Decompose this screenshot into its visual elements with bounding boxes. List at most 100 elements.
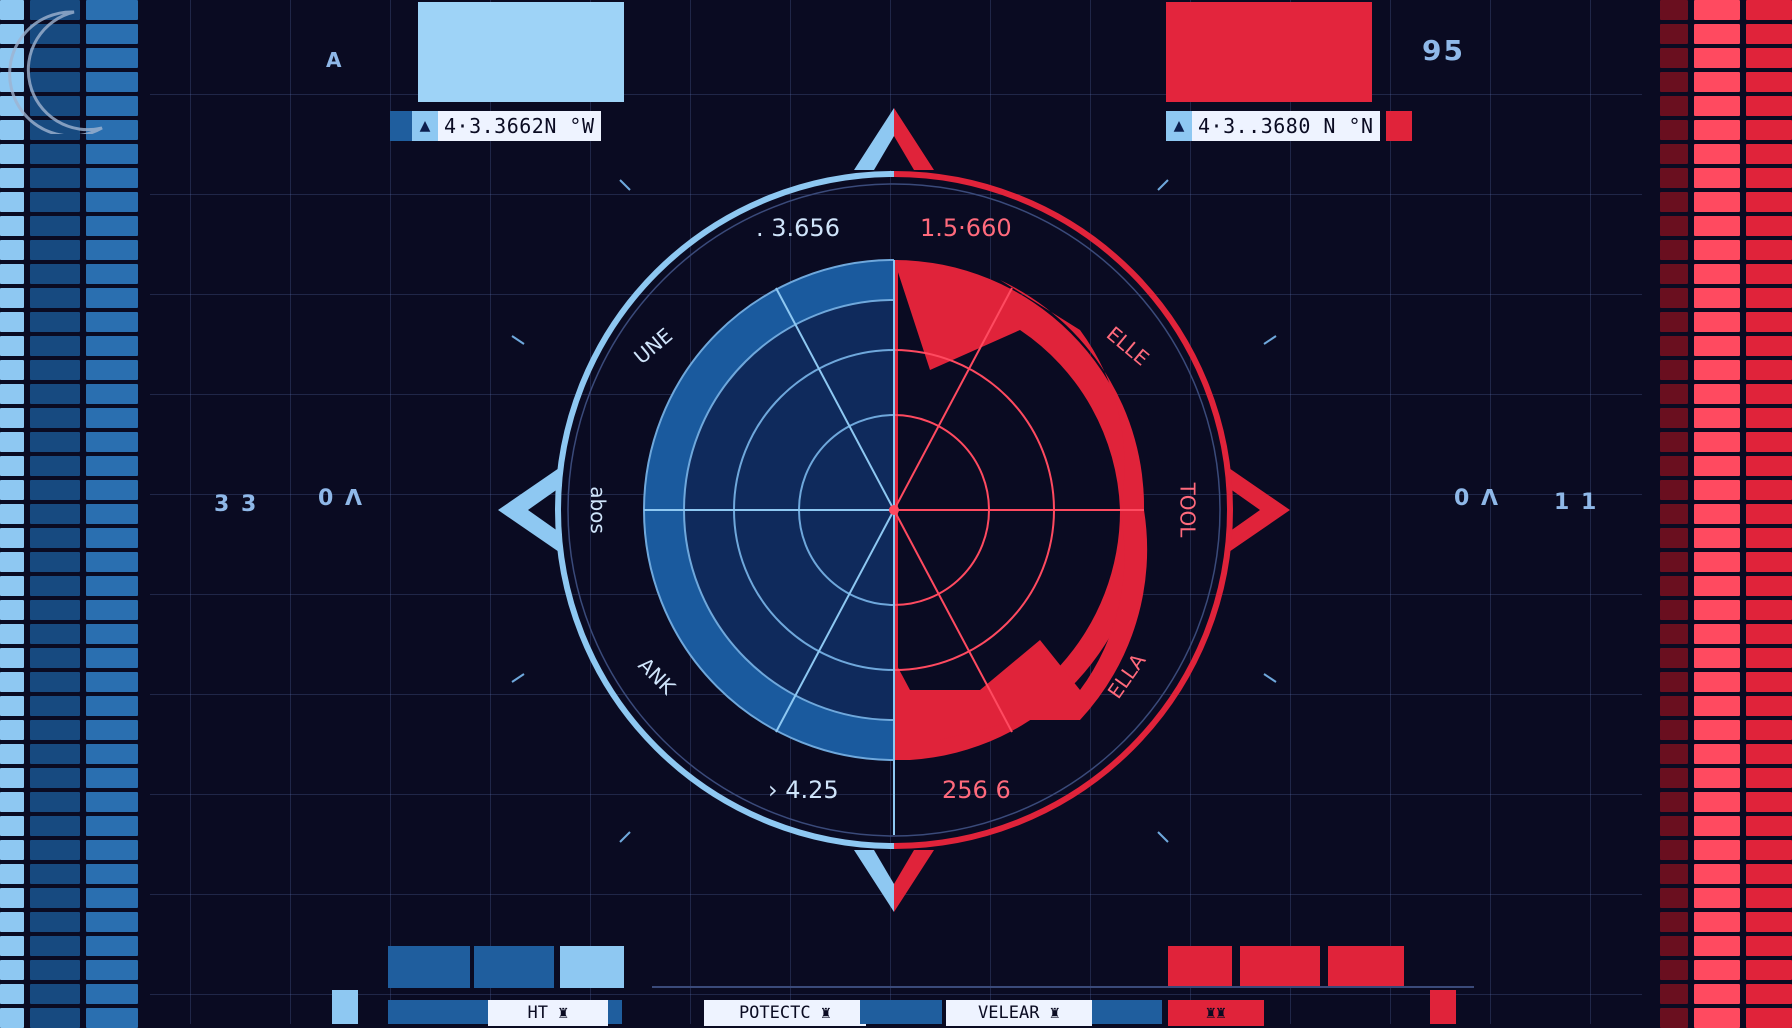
level-bar-cell: [30, 432, 80, 452]
level-bar-cell: [1694, 792, 1740, 812]
level-bar-cell: [1660, 840, 1688, 860]
level-bar-cell: [0, 360, 24, 380]
level-bar-cell: [1694, 720, 1740, 740]
level-bar-cell: [86, 288, 138, 308]
level-bar-cell: [1694, 192, 1740, 212]
level-bar-cell: [1694, 24, 1740, 44]
level-bar-cell: [0, 456, 24, 476]
level-bar-cell: [0, 960, 24, 980]
level-bar-cell: [1660, 408, 1688, 428]
level-bar-cell: [0, 480, 24, 500]
level-bar-cell: [1746, 0, 1792, 20]
level-bar-cell: [1746, 744, 1792, 764]
level-bar-cell: [86, 840, 138, 860]
level-bar-cell: [30, 312, 80, 332]
radar-mid-left-label: abos: [585, 486, 610, 534]
level-bar-cell: [30, 408, 80, 428]
level-bar-cell: [1660, 768, 1688, 788]
level-bar-cell: [0, 408, 24, 428]
level-bar-cell: [1660, 360, 1688, 380]
level-bar-cell: [1694, 696, 1740, 716]
level-bar-cell: [1660, 168, 1688, 188]
level-bar-cell: [1660, 888, 1688, 908]
level-bar-cell: [1660, 72, 1688, 92]
level-bar-cell: [1660, 0, 1688, 20]
level-bar-cell: [1660, 432, 1688, 452]
level-bar-cell: [1746, 408, 1792, 428]
level-bar-cell: [86, 216, 138, 236]
level-bar-cell: [30, 264, 80, 284]
level-bar-cell: [30, 480, 80, 500]
bottom-strip: [1092, 1000, 1162, 1024]
level-bar-cell: [1746, 528, 1792, 548]
level-bar-cell: [1746, 240, 1792, 260]
level-bar-cell: [0, 336, 24, 356]
level-bar-cell: [86, 384, 138, 404]
level-bar-cell: [1660, 96, 1688, 116]
level-bar-cell: [1694, 336, 1740, 356]
level-bar-cell: [30, 600, 80, 620]
level-bar-cell: [1694, 864, 1740, 884]
level-bar-cell: [1694, 840, 1740, 860]
level-bar-cell: [0, 792, 24, 812]
level-bar-cell: [0, 288, 24, 308]
level-bar-cell: [30, 672, 80, 692]
level-bar-cell: [86, 696, 138, 716]
bottom-block: [1240, 946, 1320, 988]
level-bar-cell: [0, 504, 24, 524]
level-bar-cell: [1694, 240, 1740, 260]
level-bar-cell: [30, 864, 80, 884]
level-bar-cell: [0, 648, 24, 668]
level-bar-cell: [30, 984, 80, 1004]
level-bar-cell: [1660, 960, 1688, 980]
level-bar-cell: [1746, 840, 1792, 860]
level-bar-cell: [1660, 264, 1688, 284]
level-bar-cell: [1660, 744, 1688, 764]
level-bar-cell: [1694, 384, 1740, 404]
level-bar-cell: [86, 744, 138, 764]
level-bar-cell: [1660, 216, 1688, 236]
level-bar-cell: [1746, 480, 1792, 500]
level-bar-cell: [1694, 120, 1740, 140]
level-bar-cell: [1694, 552, 1740, 572]
level-bar-cell: [1660, 504, 1688, 524]
level-bar-cell: [1694, 288, 1740, 308]
level-bar-cell: [30, 336, 80, 356]
level-bar-cell: [1746, 696, 1792, 716]
bottom-block: [388, 946, 470, 988]
level-bar-cell: [1660, 576, 1688, 596]
triangle-marker-icon: ▲: [412, 111, 438, 141]
level-bar-cell: [86, 240, 138, 260]
level-bar-cell: [1746, 504, 1792, 524]
level-bar-cell: [0, 1008, 24, 1028]
level-bar-cell: [86, 432, 138, 452]
level-bar-cell: [30, 456, 80, 476]
level-bar-cell: [1746, 264, 1792, 284]
level-bar-cell: [0, 744, 24, 764]
level-bar-cell: [1746, 960, 1792, 980]
level-bar-cell: [1746, 288, 1792, 308]
level-bar-cell: [1694, 648, 1740, 668]
right-outer-label: 1 1: [1554, 490, 1599, 515]
level-bar-cell: [1746, 432, 1792, 452]
level-bar-cell: [0, 528, 24, 548]
level-bar-cell: [86, 504, 138, 524]
arrow-west-icon: [498, 466, 562, 554]
level-bar-cell: [1694, 96, 1740, 116]
level-bar-cell: [1660, 984, 1688, 1004]
level-bar-cell: [30, 288, 80, 308]
level-bar-cell: [1694, 360, 1740, 380]
level-bar-cell: [1694, 408, 1740, 428]
level-bar-cell: [1746, 552, 1792, 572]
level-bar-cell: [30, 360, 80, 380]
bottom-tag: ♜♜: [1168, 1000, 1264, 1026]
level-bar-cell: [30, 624, 80, 644]
level-bar-cell: [0, 720, 24, 740]
level-bar-cell: [1746, 312, 1792, 332]
left-top-panel: [418, 2, 624, 102]
arrow-north-icon: [854, 108, 934, 170]
level-bar-cell: [30, 768, 80, 788]
level-bar-cell: [30, 936, 80, 956]
level-bar-cell: [1694, 624, 1740, 644]
level-bar-cell: [86, 528, 138, 548]
